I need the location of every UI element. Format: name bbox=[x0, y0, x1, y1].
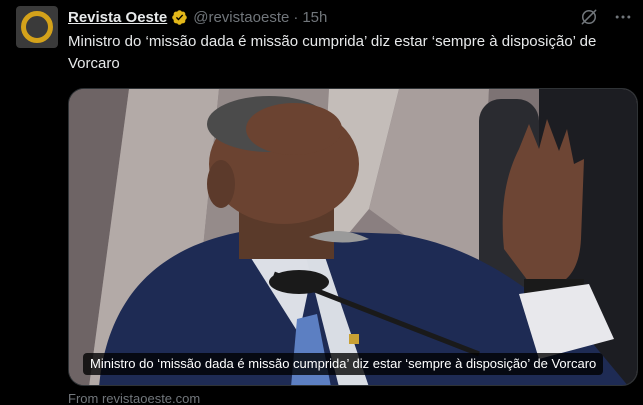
separator-dot: · bbox=[293, 8, 299, 26]
avatar[interactable] bbox=[16, 6, 58, 48]
more-options-icon[interactable] bbox=[613, 7, 633, 27]
author-handle[interactable]: @revistaoeste bbox=[193, 9, 289, 26]
verified-badge-icon bbox=[172, 9, 187, 25]
card-image bbox=[69, 89, 637, 385]
author-name[interactable]: Revista Oeste bbox=[68, 9, 167, 26]
tweet[interactable]: Revista Oeste @revistaoeste · 15h Minist… bbox=[0, 0, 643, 405]
card-source[interactable]: From revistaoeste.com bbox=[68, 391, 200, 405]
tweet-text: Ministro do ‘missão dada é missão cumpri… bbox=[68, 33, 597, 72]
timestamp[interactable]: 15h bbox=[302, 9, 327, 26]
tweet-header: Revista Oeste @revistaoeste · 15h bbox=[68, 7, 327, 27]
link-card[interactable]: Ministro do ‘missão dada é missão cumpri… bbox=[68, 88, 638, 386]
tweet-actions bbox=[565, 7, 633, 27]
revista-oeste-logo-icon bbox=[21, 11, 53, 43]
card-caption: Ministro do ‘missão dada é missão cumpri… bbox=[83, 353, 604, 375]
grok-icon[interactable] bbox=[579, 7, 599, 27]
